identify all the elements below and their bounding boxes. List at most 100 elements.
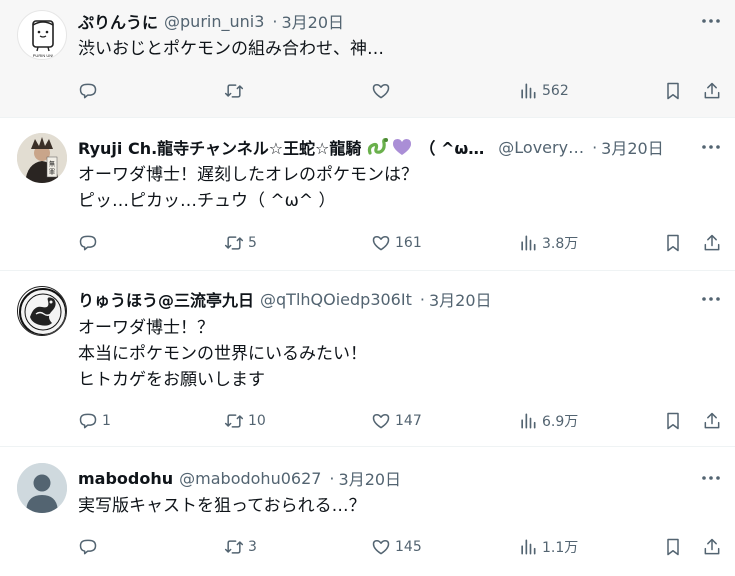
retweet-button[interactable]: 5 xyxy=(224,231,257,255)
avatar-ryuho[interactable] xyxy=(17,286,67,336)
view-count: 6.9万 xyxy=(542,414,579,430)
tweet-date[interactable]: 3月20日 xyxy=(281,10,344,32)
like-icon xyxy=(372,540,390,555)
share-button[interactable] xyxy=(702,79,722,103)
display-name[interactable]: Ryuji Ch.龍寺チャンネル☆王蛇☆龍騎 xyxy=(78,136,361,158)
like-button[interactable]: 145 xyxy=(371,535,422,559)
like-count: 147 xyxy=(395,413,422,429)
avatar-ryuji-caption-2: 罪 xyxy=(49,169,55,176)
more-options-button[interactable] xyxy=(699,288,723,310)
action-bar: 5 161 3.8万 xyxy=(78,231,725,255)
like-count: 161 xyxy=(395,235,422,251)
tweet-4[interactable]: mabodohu @mabodohu0627 · 3月20日 実写版キャストを狙… xyxy=(0,447,735,576)
more-options-button[interactable] xyxy=(699,136,723,158)
views-button[interactable]: 6.9万 xyxy=(518,409,578,433)
user-handle[interactable]: @purin_uni3 xyxy=(164,12,264,31)
like-count: 145 xyxy=(395,539,422,555)
reply-icon xyxy=(79,413,97,429)
views-icon xyxy=(521,235,536,251)
user-handle[interactable]: @mabodohu0627 xyxy=(179,469,321,488)
tweet-text: オーワダ博士！？ 本当にポケモンの世界にいるみたい！ ヒトカゲをお願いします xyxy=(78,318,367,390)
action-bar: 3 145 1.1万 xyxy=(78,535,725,559)
separator-dot: · xyxy=(592,137,598,157)
name-emoji xyxy=(367,137,413,157)
user-handle[interactable]: @Lovery… xyxy=(498,138,584,157)
avatar-ryuho-image xyxy=(19,288,66,335)
share-button[interactable] xyxy=(702,231,722,255)
more-icon xyxy=(702,145,720,149)
avatar-mabodohu[interactable] xyxy=(17,463,67,513)
retweet-icon xyxy=(224,540,244,554)
retweet-icon xyxy=(224,414,244,428)
more-options-button[interactable] xyxy=(699,10,723,32)
tweet-3[interactable]: りゅうほう@三流亭九日 @qTlhQOiedp306It · 3月20日 オーワ… xyxy=(0,271,735,447)
bookmark-button[interactable] xyxy=(663,231,683,255)
avatar-purin-caption: PURIN UNI xyxy=(33,53,53,58)
view-count: 1.1万 xyxy=(542,540,579,556)
reply-icon xyxy=(79,83,97,99)
tweet-1[interactable]: PURIN UNI ぷりんうに @purin_uni3 · 3月20日 渋いおじ… xyxy=(0,0,735,118)
display-name-suffix[interactable]: （ ^ω… xyxy=(419,136,484,158)
views-icon xyxy=(521,539,536,555)
user-handle[interactable]: @qTlhQOiedp306It xyxy=(260,290,412,309)
tweet-header: りゅうほう@三流亭九日 @qTlhQOiedp306It · 3月20日 xyxy=(78,288,695,311)
tweet-date[interactable]: 3月20日 xyxy=(339,467,402,489)
like-button[interactable] xyxy=(371,79,395,103)
bookmark-icon xyxy=(667,82,679,100)
share-icon xyxy=(704,412,720,429)
bookmark-icon xyxy=(667,234,679,252)
more-icon xyxy=(702,476,720,480)
retweet-count: 3 xyxy=(248,539,257,555)
tweet-header: Ryuji Ch.龍寺チャンネル☆王蛇☆龍騎 （ ^ω… @Lovery… · … xyxy=(78,136,695,159)
tweet-text: 渋いおじとポケモンの組み合わせ、神… xyxy=(78,39,384,59)
separator-dot: · xyxy=(329,468,335,488)
share-icon xyxy=(704,234,720,251)
reply-count: 1 xyxy=(102,413,111,429)
like-icon xyxy=(372,236,390,251)
retweet-button[interactable] xyxy=(224,79,248,103)
reply-button[interactable]: 1 xyxy=(78,409,111,433)
display-name[interactable]: りゅうほう@三流亭九日 xyxy=(78,288,254,310)
bookmark-button[interactable] xyxy=(663,79,683,103)
reply-button[interactable] xyxy=(78,231,102,255)
display-name[interactable]: ぷりんうに xyxy=(78,10,158,32)
action-bar: 562 xyxy=(78,79,725,103)
avatar-purin[interactable]: PURIN UNI xyxy=(17,10,67,60)
tweet-date[interactable]: 3月20日 xyxy=(429,288,492,310)
tweet-date[interactable]: 3月20日 xyxy=(601,136,664,158)
tweet-header: mabodohu @mabodohu0627 · 3月20日 xyxy=(78,467,695,490)
like-icon xyxy=(372,414,390,429)
default-profile-icon xyxy=(17,463,67,513)
action-bar: 1 10 147 6.9万 xyxy=(78,409,725,433)
bookmark-button[interactable] xyxy=(663,409,683,433)
retweet-button[interactable]: 10 xyxy=(224,409,266,433)
views-icon xyxy=(521,83,536,99)
share-button[interactable] xyxy=(702,535,722,559)
tweet-2[interactable]: 無 罪 Ryuji Ch.龍寺チャンネル☆王蛇☆龍騎 （ ^ω… @Lovery… xyxy=(0,118,735,271)
avatar-ryuji[interactable]: 無 罪 xyxy=(17,133,67,183)
view-count: 562 xyxy=(542,83,569,99)
views-button[interactable]: 1.1万 xyxy=(518,535,578,559)
retweet-icon xyxy=(224,84,244,98)
more-options-button[interactable] xyxy=(699,467,723,489)
reply-button[interactable] xyxy=(78,535,102,559)
like-icon xyxy=(372,84,390,99)
bookmark-icon xyxy=(667,412,679,430)
more-icon xyxy=(702,19,720,23)
separator-dot: · xyxy=(272,11,278,31)
share-icon xyxy=(704,538,720,555)
more-icon xyxy=(702,297,720,301)
reply-button[interactable] xyxy=(78,79,102,103)
bookmark-button[interactable] xyxy=(663,535,683,559)
views-button[interactable]: 562 xyxy=(518,79,569,103)
purple-heart-emoji-icon xyxy=(393,139,412,155)
like-button[interactable]: 147 xyxy=(371,409,422,433)
share-button[interactable] xyxy=(702,409,722,433)
retweet-button[interactable]: 3 xyxy=(224,535,257,559)
bookmark-icon xyxy=(667,538,679,556)
display-name[interactable]: mabodohu xyxy=(78,469,173,488)
reply-icon xyxy=(79,235,97,251)
like-button[interactable]: 161 xyxy=(371,231,422,255)
retweet-count: 5 xyxy=(248,235,257,251)
views-button[interactable]: 3.8万 xyxy=(518,231,578,255)
